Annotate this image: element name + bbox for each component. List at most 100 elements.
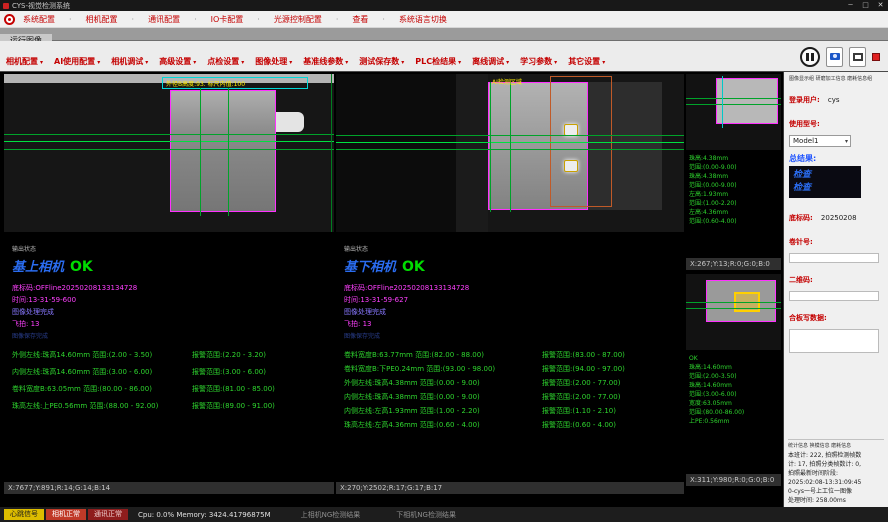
preview-measure-line: 珠高:14.60mm	[689, 363, 778, 372]
toolbar-button[interactable]: 测试保存数	[359, 56, 404, 67]
preview-measure-line: 珠高:4.38mm	[689, 154, 778, 163]
measurement-row: 外侧左线:珠高14.60mm 范围:(2.00 - 3.50) 报警范围:(2.…	[12, 350, 326, 360]
measurement-text: 珠高左线:上PE0.56mm 范围:(88.00 - 92.00)	[12, 401, 192, 411]
toolbar-button[interactable]: 离线调试	[472, 56, 509, 67]
barcode-line: 底标码:OFFline20250208133134728	[12, 283, 326, 293]
toolbar-button[interactable]: 点检设置	[207, 56, 244, 67]
close-button[interactable]: ✕	[873, 0, 888, 11]
toolbar-button[interactable]: 相机调试	[111, 56, 148, 67]
preview-image[interactable]	[686, 274, 781, 350]
process-line: 图像处理完成	[12, 307, 326, 317]
status-badge: OK	[70, 259, 93, 275]
write-data-label: 合板写数据:	[789, 314, 827, 322]
alarm-range-text: 报警范围:(83.00 - 87.00)	[542, 350, 625, 360]
preview-measure-line: 范围:(0.00-9.00)	[689, 181, 778, 190]
output-state-caption: 输出状态	[344, 244, 676, 253]
login-user-label: 登录用户:	[789, 96, 820, 104]
upper-camera-results: 输出状态 基上相机OK 底标码:OFFline20250208133134728…	[4, 232, 334, 411]
menu-item[interactable]: 相机配置	[69, 14, 118, 25]
base-barcode-label: 底标码:	[789, 214, 813, 222]
weld-spot	[564, 160, 578, 172]
menu-item[interactable]: 查看	[336, 14, 369, 25]
time-line: 时间:13-31-59-600	[12, 295, 326, 305]
toolbar-button[interactable]: 图像处理	[255, 56, 292, 67]
upper-camera-image[interactable]: 外径B高度:93. 标尺内值:100	[4, 74, 334, 232]
measurement-text: 珠高左线:左高4.36mm 范围:(0.60 - 4.00)	[344, 420, 542, 430]
toolbar-button[interactable]: 基准线参数	[303, 56, 348, 67]
needle-row: 卷针号:	[789, 229, 883, 248]
lower-camera-panel: AI检测区域 输出状态 基下相机OK 底标码:OFFline2025020813…	[336, 74, 684, 494]
alarm-indicator	[872, 53, 880, 61]
output-state-caption: 输出状态	[12, 244, 326, 253]
barcode-line: 底标码:OFFline20250208133134728	[344, 283, 676, 293]
toolbar-button[interactable]: 高级设置	[159, 56, 196, 67]
upper-camera-panel: 外径B高度:93. 标尺内值:100 输出状态 基上相机OK 底标码:OFFli…	[4, 74, 334, 494]
measurement-list: 外侧左线:珠高14.60mm 范围:(2.00 - 3.50) 报警范围:(2.…	[12, 350, 326, 411]
preview-measure-line: 范围:(3.00-6.00)	[689, 390, 778, 399]
needle-label: 卷针号:	[789, 238, 813, 246]
alarm-range-text: 报警范围:(89.00 - 91.00)	[192, 401, 275, 411]
toolbar-button[interactable]: 相机配置	[6, 56, 43, 67]
title-bar: CYS-视觉检测系统 ─ □ ✕	[0, 0, 888, 11]
preview-image[interactable]	[686, 74, 781, 150]
alarm-range-text: 报警范围:(3.00 - 6.00)	[192, 367, 266, 377]
preview-measure-line: 上PE:0.56mm	[689, 417, 778, 426]
measurement-row: 外侧左线:珠高4.38mm 范围:(0.00 - 9.00) 报警范围:(2.0…	[344, 378, 676, 388]
needle-field[interactable]	[789, 253, 879, 263]
minimize-button[interactable]: ─	[843, 0, 858, 11]
alarm-range-text: 报警范围:(2.20 - 3.20)	[192, 350, 266, 360]
shot-line: 飞拍: 13	[12, 319, 326, 329]
cpu-memory-readout: Cpu: 0.0% Memory: 3424.41796875M	[138, 511, 271, 519]
camera-view-button[interactable]	[826, 47, 843, 67]
measurement-row: 卷料宽度B:63.77mm 范围:(82.00 - 88.00) 报警范围:(8…	[344, 350, 676, 360]
toolbar-button[interactable]: 学习参数	[520, 56, 557, 67]
monitor-view-button[interactable]	[849, 47, 866, 67]
toolbar-button[interactable]: PLC检结果	[415, 56, 461, 67]
stats-panel: 统计信息 换模信息 磨耗信息 本班计: 222, 拍照检测帧数计: 17, 拍照…	[788, 439, 884, 505]
measurement-text: 卷料宽度B:63.77mm 范围:(82.00 - 88.00)	[344, 350, 542, 360]
model-select[interactable]: Model1	[789, 135, 851, 147]
status-chip: 通讯正常	[88, 509, 128, 520]
measurement-row: 卷料宽度B:下PE0.24mm 范围:(93.00 - 98.00) 报警范围:…	[344, 364, 676, 374]
measurement-text: 内侧左线:左高1.93mm 范围:(1.00 - 2.20)	[344, 406, 542, 416]
stats-line: 计: 17, 拍照分类帧数计: 0,	[788, 460, 884, 469]
ng-result-link[interactable]: 下相机NG检测结果	[396, 510, 456, 520]
ng-result-link[interactable]: 上相机NG检测结果	[301, 510, 361, 520]
pause-button[interactable]	[800, 47, 820, 67]
window-controls: ─ □ ✕	[843, 0, 888, 11]
menu-item[interactable]: 光源控制配置	[257, 14, 322, 25]
sidebar-tab-strip[interactable]: 图像显示组 研磨加工信息 磨耗信息组	[789, 75, 883, 82]
lower-camera-image[interactable]: AI检测区域	[336, 74, 684, 232]
preview-measure-lines: 珠高:4.38mm范围:(0.00-9.00)珠高:4.38mm范围:(0.00…	[686, 150, 781, 226]
toolbar-button[interactable]: AI使用配置	[54, 56, 100, 67]
preview-measure-line: 左高:1.93mm	[689, 190, 778, 199]
camera-name-row: 基下相机OK	[344, 256, 676, 275]
write-data-row: 合板写数据:	[789, 305, 883, 324]
app-logo-icon	[4, 14, 15, 25]
toolbar-button[interactable]: 其它设置	[568, 56, 605, 67]
result-item: 检查	[793, 169, 857, 182]
tab-connector	[276, 112, 304, 132]
qrcode-field[interactable]	[789, 291, 879, 301]
base-barcode-row: 底标码: 20250208	[789, 205, 883, 224]
alarm-range-text: 报警范围:(94.00 - 97.00)	[542, 364, 625, 374]
measurement-text: 外侧左线:珠高14.60mm 范围:(2.00 - 3.50)	[12, 350, 192, 360]
maximize-button[interactable]: □	[858, 0, 873, 11]
stats-lines: 本班计: 222, 拍照检测帧数计: 17, 拍照分类帧数计: 0,拍照最新时间…	[788, 451, 884, 505]
stats-tab-strip[interactable]: 统计信息 换模信息 磨耗信息	[788, 442, 884, 449]
alarm-range-text: 报警范围:(1.10 - 2.10)	[542, 406, 616, 416]
time-line: 时间:13-31-59-627	[344, 295, 676, 305]
save-note-line: 图像保存完成	[344, 331, 676, 340]
preview-measure-line: 范围:(1.00-2.20)	[689, 199, 778, 208]
preview-measure-line: OK	[689, 354, 778, 363]
menu-item[interactable]: 通讯配置	[132, 14, 181, 25]
menu-item[interactable]: 系统配置	[23, 14, 55, 25]
measurement-row: 内侧左线:珠高4.38mm 范围:(0.00 - 9.00) 报警范围:(2.0…	[344, 392, 676, 402]
write-data-field[interactable]	[789, 329, 879, 353]
menu-item[interactable]: 系统语言切换	[382, 14, 447, 25]
menu-item[interactable]: IO卡配置	[194, 14, 243, 25]
measurement-row: 卷料宽度B:63.05mm 范围:(80.00 - 86.00) 报警范围:(8…	[12, 384, 326, 394]
stats-line: 0-cys一号上工位一图像	[788, 487, 884, 496]
measurement-text: 外侧左线:珠高4.38mm 范围:(0.00 - 9.00)	[344, 378, 542, 388]
measurement-text: 卷料宽度B:63.05mm 范围:(80.00 - 86.00)	[12, 384, 192, 394]
